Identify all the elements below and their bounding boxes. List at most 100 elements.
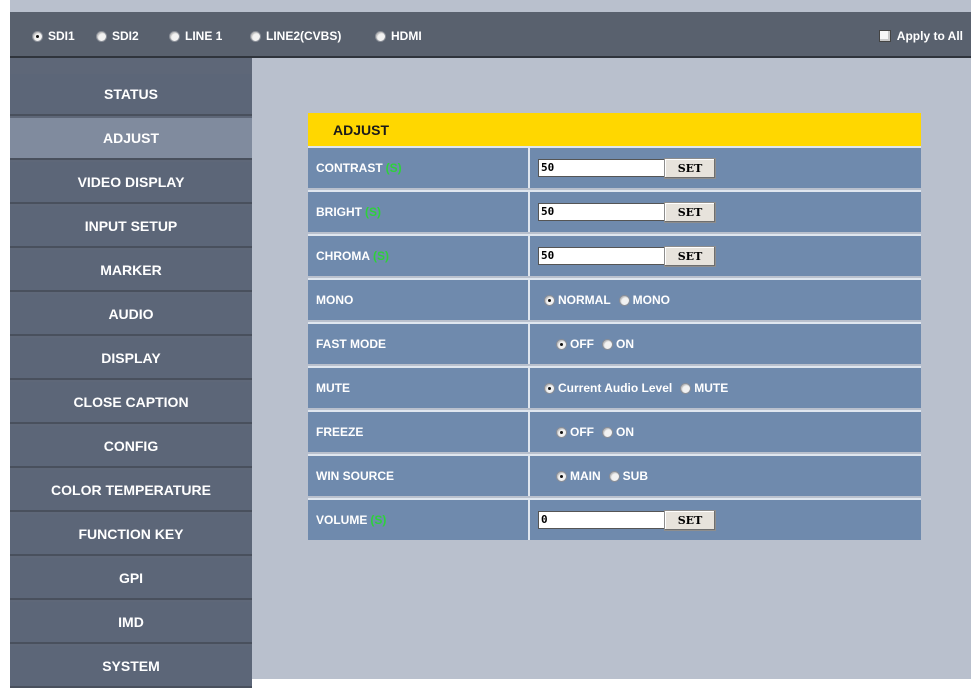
option-label: SUB — [622, 469, 649, 483]
row-label-text: FAST MODE — [316, 337, 387, 351]
row-label-text: MONO — [316, 293, 354, 307]
s-marker: (S) — [370, 513, 387, 527]
option-mono[interactable]: MONO — [618, 293, 670, 307]
sidebar-item-label: CLOSE CAPTION — [73, 394, 189, 410]
sidebar-item-marker[interactable]: MARKER — [10, 250, 252, 292]
row-label: VOLUME (S) — [308, 500, 530, 540]
row-contrast: CONTRAST (S) 50 SET — [308, 146, 921, 188]
radio-icon[interactable] — [250, 30, 261, 42]
radio-icon[interactable] — [602, 426, 613, 438]
source-sdi2[interactable]: SDI2 — [96, 29, 139, 43]
option-off[interactable]: OFF — [556, 337, 594, 351]
source-label: HDMI — [391, 29, 422, 43]
row-label: MONO — [308, 280, 530, 320]
row-control: MAIN SUB — [556, 456, 656, 496]
row-label-text: VOLUME — [316, 513, 368, 527]
sidebar-item-video-display[interactable]: VIDEO DISPLAY — [10, 162, 252, 204]
option-normal[interactable]: NORMAL — [544, 293, 611, 307]
radio-selected-icon[interactable] — [556, 338, 567, 350]
option-off[interactable]: OFF — [556, 425, 594, 439]
source-label: SDI2 — [112, 29, 139, 43]
option-current-audio-level[interactable]: Current Audio Level — [544, 381, 672, 395]
sidebar-item-audio[interactable]: AUDIO — [10, 294, 252, 336]
apply-to-all[interactable]: Apply to All — [878, 29, 963, 43]
checkbox-icon[interactable] — [878, 30, 891, 42]
chroma-set-button[interactable]: SET — [664, 245, 716, 267]
sidebar-item-color-temperature[interactable]: COLOR TEMPERATURE — [10, 470, 252, 512]
sidebar-item-gpi[interactable]: GPI — [10, 558, 252, 600]
sidebar-item-label: ADJUST — [102, 130, 159, 146]
source-line1[interactable]: LINE 1 — [169, 29, 222, 43]
sidebar-item-function-key[interactable]: FUNCTION KEY — [10, 514, 252, 556]
source-line2[interactable]: LINE2(CVBS) — [250, 29, 341, 43]
contrast-set-button[interactable]: SET — [664, 157, 716, 179]
row-label-text: MUTE — [316, 381, 350, 395]
row-fast-mode: FAST MODE OFF ON — [308, 322, 921, 364]
source-hdmi[interactable]: HDMI — [375, 29, 422, 43]
option-main[interactable]: MAIN — [556, 469, 601, 483]
row-mute: MUTE Current Audio Level MUTE — [308, 366, 921, 408]
radio-icon[interactable] — [680, 382, 692, 394]
radio-selected-icon[interactable] — [544, 382, 555, 394]
row-label: CHROMA (S) — [308, 236, 530, 276]
row-volume: VOLUME (S) 0 SET — [308, 498, 921, 540]
sidebar-item-label: DISPLAY — [101, 350, 161, 366]
option-on[interactable]: ON — [602, 337, 634, 351]
option-label: Current Audio Level — [558, 381, 673, 395]
row-label: BRIGHT (S) — [308, 192, 530, 232]
source-label: SDI1 — [48, 29, 75, 43]
source-sdi1[interactable]: SDI1 — [32, 29, 75, 43]
sidebar-item-label: STATUS — [104, 86, 158, 102]
radio-icon[interactable] — [602, 338, 613, 350]
radio-selected-icon[interactable] — [544, 294, 555, 306]
source-label: LINE 1 — [185, 29, 223, 43]
option-label: OFF — [570, 425, 594, 439]
sidebar-item-system[interactable]: SYSTEM — [10, 646, 252, 688]
radio-icon[interactable] — [375, 30, 386, 42]
option-label: OFF — [570, 337, 594, 351]
sidebar-item-adjust[interactable]: ADJUST — [10, 118, 252, 160]
sidebar-item-imd[interactable]: IMD — [10, 602, 252, 644]
bright-set-button[interactable]: SET — [664, 201, 716, 223]
panel-title: ADJUST — [333, 121, 390, 138]
row-bright: BRIGHT (S) 50 SET — [308, 190, 921, 232]
sidebar-item-label: FUNCTION KEY — [78, 526, 184, 542]
radio-selected-icon[interactable] — [556, 470, 567, 482]
row-label-text: CHROMA — [316, 249, 370, 263]
sidebar-item-label: CONFIG — [103, 438, 159, 454]
s-marker: (S) — [365, 205, 381, 219]
row-label: CONTRAST (S) — [308, 148, 530, 188]
adjust-panel: ADJUST CONTRAST (S) 50 SET BRIGHT (S) 50 SET… — [308, 113, 921, 540]
radio-selected-icon[interactable] — [556, 426, 567, 438]
sidebar-item-label: INPUT SETUP — [84, 218, 178, 234]
sidebar-item-display[interactable]: DISPLAY — [10, 338, 252, 380]
source-label: LINE2(CVBS) — [266, 29, 342, 43]
radio-icon[interactable] — [96, 30, 107, 42]
contrast-input[interactable]: 50 — [538, 159, 665, 177]
row-label-text: WIN SOURCE — [316, 469, 394, 483]
row-freeze: FREEZE OFF ON — [308, 410, 921, 452]
option-mute[interactable]: MUTE — [680, 381, 728, 395]
panel-header: ADJUST — [308, 113, 921, 146]
radio-icon[interactable] — [169, 30, 180, 42]
option-sub[interactable]: SUB — [608, 469, 649, 483]
sidebar-item-status[interactable]: STATUS — [10, 74, 252, 116]
radio-icon[interactable] — [608, 470, 620, 482]
volume-set-button[interactable]: SET — [664, 509, 716, 531]
row-win-source: WIN SOURCE MAIN SUB — [308, 454, 921, 496]
chroma-input[interactable]: 50 — [538, 247, 665, 265]
sidebar-item-config[interactable]: CONFIG — [10, 426, 252, 468]
bright-input[interactable]: 50 — [538, 203, 665, 221]
row-label: MUTE — [308, 368, 530, 408]
volume-input[interactable]: 0 — [538, 511, 665, 529]
s-marker: (S) — [373, 249, 389, 263]
radio-selected-icon[interactable] — [32, 30, 43, 42]
row-label: WIN SOURCE — [308, 456, 530, 496]
radio-icon[interactable] — [618, 294, 630, 306]
sidebar-item-close-caption[interactable]: CLOSE CAPTION — [10, 382, 252, 424]
app-frame: SDI1 SDI2 LINE 1 LINE2(CVBS) HDMI Apply … — [10, 0, 971, 688]
option-on[interactable]: ON — [602, 425, 634, 439]
sidebar-item-input-setup[interactable]: INPUT SETUP — [10, 206, 252, 248]
input-source-bar: SDI1 SDI2 LINE 1 LINE2(CVBS) HDMI Apply … — [10, 12, 971, 58]
row-control: 50 SET — [538, 236, 716, 276]
